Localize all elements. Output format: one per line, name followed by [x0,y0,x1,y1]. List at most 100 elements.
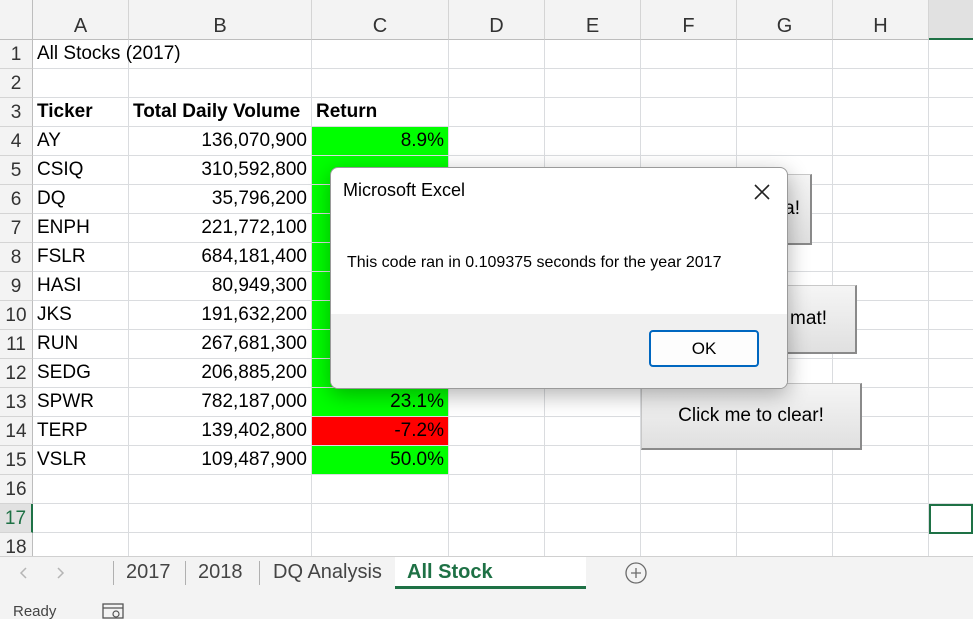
cell[interactable] [545,417,641,446]
ok-button[interactable]: OK [649,330,759,367]
cell[interactable] [929,475,973,504]
row-header-2[interactable]: 2 [0,69,33,98]
cell[interactable] [312,69,449,98]
volume-cell[interactable]: 684,181,400 [129,243,312,272]
ticker-cell[interactable]: HASI [33,272,129,301]
cell[interactable] [33,533,129,556]
column-header-g[interactable]: G [737,0,833,40]
return-cell[interactable]: 8.9% [312,127,449,156]
return-cell[interactable]: -7.2% [312,417,449,446]
cell[interactable] [312,475,449,504]
cell[interactable] [929,301,973,330]
tab-2017[interactable]: 2017 [114,557,183,589]
row-header-13[interactable]: 13 [0,388,33,417]
cell[interactable] [833,533,929,556]
cell[interactable] [929,127,973,156]
ticker-cell[interactable]: TERP [33,417,129,446]
cell[interactable] [545,127,641,156]
return-cell[interactable]: 50.0% [312,446,449,475]
ticker-cell[interactable]: VSLR [33,446,129,475]
cell[interactable] [929,533,973,556]
volume-cell[interactable]: 139,402,800 [129,417,312,446]
cell[interactable] [449,388,545,417]
cell[interactable] [737,475,833,504]
return-cell[interactable]: 23.1% [312,388,449,417]
tab-dq-analysis[interactable]: DQ Analysis [261,557,394,589]
cell[interactable] [737,40,833,69]
cell[interactable] [833,446,929,475]
cell[interactable] [33,504,129,533]
cell[interactable] [929,69,973,98]
tab-scroll-right-button[interactable] [52,565,68,581]
cell[interactable] [833,156,929,185]
cell[interactable] [545,446,641,475]
cell[interactable] [833,475,929,504]
ticker-cell[interactable]: ENPH [33,214,129,243]
cell[interactable] [449,504,545,533]
cell[interactable] [929,446,973,475]
volume-cell[interactable]: 109,487,900 [129,446,312,475]
cell[interactable] [449,40,545,69]
column-header-h[interactable]: H [833,0,929,40]
cell[interactable] [929,98,973,127]
volume-cell[interactable]: 782,187,000 [129,388,312,417]
cell[interactable] [449,98,545,127]
dialog-close-button[interactable] [743,176,781,208]
column-header-partial[interactable] [929,0,973,40]
row-header-3[interactable]: 3 [0,98,33,127]
column-header-b[interactable]: B [129,0,312,40]
cell[interactable] [737,504,833,533]
volume-cell[interactable]: 206,885,200 [129,359,312,388]
tab-2018[interactable]: 2018 [186,557,255,589]
cell[interactable] [929,417,973,446]
volume-cell[interactable]: 80,949,300 [129,272,312,301]
cell[interactable] [929,185,973,214]
ticker-cell[interactable]: SPWR [33,388,129,417]
volume-cell[interactable]: 136,070,900 [129,127,312,156]
header-return-cell[interactable]: Return [312,98,449,127]
ticker-cell[interactable]: JKS [33,301,129,330]
row-header-17[interactable]: 17 [0,504,33,533]
cell[interactable] [833,69,929,98]
volume-cell[interactable]: 191,632,200 [129,301,312,330]
cell[interactable] [641,127,737,156]
row-header-11[interactable]: 11 [0,330,33,359]
cell[interactable] [833,185,929,214]
select-all-corner[interactable] [0,0,33,40]
cell[interactable] [833,40,929,69]
row-header-10[interactable]: 10 [0,301,33,330]
row-header-12[interactable]: 12 [0,359,33,388]
cell[interactable] [641,40,737,69]
header-ticker-cell[interactable]: Ticker [33,98,129,127]
cell[interactable] [833,214,929,243]
ticker-cell[interactable]: FSLR [33,243,129,272]
ticker-cell[interactable]: CSIQ [33,156,129,185]
row-header-14[interactable]: 14 [0,417,33,446]
header-volume-cell[interactable]: Total Daily Volume [129,98,312,127]
volume-cell[interactable]: 35,796,200 [129,185,312,214]
cell[interactable] [545,504,641,533]
cell[interactable] [545,475,641,504]
cell[interactable] [545,533,641,556]
cell[interactable] [129,69,312,98]
cell[interactable] [641,98,737,127]
cell[interactable] [33,475,129,504]
cell[interactable] [929,388,973,417]
cell[interactable] [833,98,929,127]
row-header-18[interactable]: 18 [0,533,33,556]
sheet-title-cell[interactable]: All Stocks (2017) [33,40,181,69]
cell[interactable] [312,533,449,556]
ticker-cell[interactable]: DQ [33,185,129,214]
accessibility-icon[interactable] [102,603,124,624]
cell[interactable] [641,446,737,475]
row-header-8[interactable]: 8 [0,243,33,272]
row-header-5[interactable]: 5 [0,156,33,185]
cell[interactable] [312,504,449,533]
cell[interactable] [833,243,929,272]
cell[interactable] [545,388,641,417]
volume-cell[interactable]: 221,772,100 [129,214,312,243]
column-header-a[interactable]: A [33,0,129,40]
cell[interactable] [737,446,833,475]
cell[interactable] [641,533,737,556]
cell[interactable] [129,475,312,504]
